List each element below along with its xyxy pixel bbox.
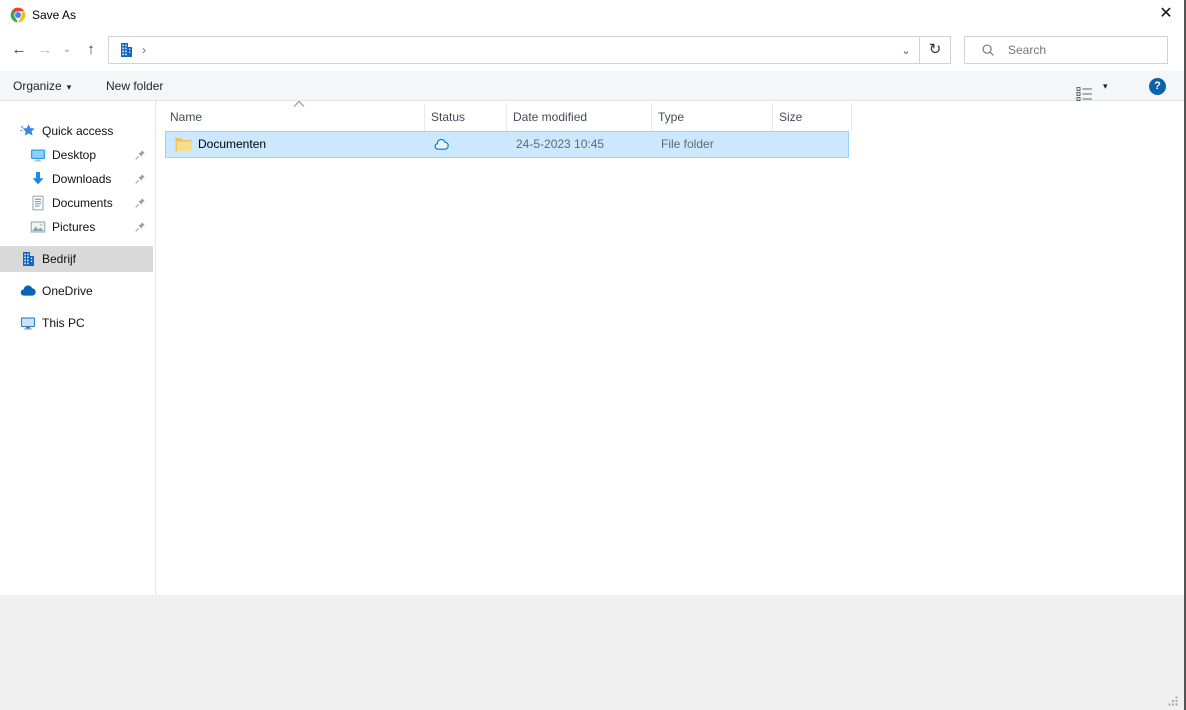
window-title: Save As <box>32 0 76 30</box>
folder-icon <box>175 132 192 157</box>
column-header-type[interactable]: Type <box>652 103 773 131</box>
file-row-documenten[interactable]: Documenten 24-5-2023 10:45 File folder <box>165 131 849 158</box>
refresh-icon[interactable]: ↻ <box>920 36 951 64</box>
search-box[interactable] <box>964 36 1168 64</box>
pin-icon <box>134 173 146 185</box>
sidebar-item-bedrijf[interactable]: Bedrijf <box>0 246 153 272</box>
sidebar-item-label: This PC <box>42 316 85 330</box>
sidebar-item-label: Documents <box>52 196 113 210</box>
resize-grip[interactable] <box>1168 696 1178 706</box>
footer-panel: File name: ⌄ Save as type: Webpagina, co… <box>0 595 1184 710</box>
desktop-icon <box>30 147 46 163</box>
breadcrumb-chevron-icon[interactable]: › <box>142 43 146 57</box>
sidebar-item-label: Quick access <box>42 124 113 138</box>
address-dropdown-icon[interactable]: ⌄ <box>893 44 919 57</box>
new-folder-button[interactable]: New folder <box>106 71 163 101</box>
sidebar-item-onedrive[interactable]: OneDrive <box>0 280 153 302</box>
file-name-cell: Documenten <box>198 132 266 157</box>
sidebar-item-quick-access[interactable]: Quick access <box>0 120 153 142</box>
save-as-dialog: Save As ✕ ← → ⌄ ↑ › ⌄ ↻ Organize▾ <box>0 0 1186 710</box>
cloud-icon <box>434 132 449 157</box>
help-icon[interactable]: ? <box>1149 78 1166 95</box>
sidebar-divider <box>155 101 156 595</box>
command-toolbar: Organize▾ New folder ▾ ? <box>0 71 1184 101</box>
back-button[interactable]: ← <box>6 36 32 64</box>
documents-icon <box>30 195 46 211</box>
forward-button: → <box>32 36 58 64</box>
search-input[interactable] <box>1006 42 1146 58</box>
quick-access-star-icon <box>20 123 36 139</box>
building-icon <box>20 251 36 267</box>
building-icon <box>118 42 134 58</box>
column-header-status[interactable]: Status <box>425 103 507 131</box>
pin-icon <box>134 221 146 233</box>
address-bar[interactable]: › ⌄ <box>108 36 920 64</box>
view-dropdown-icon[interactable]: ▾ <box>1103 71 1108 101</box>
sidebar-item-desktop[interactable]: Desktop <box>0 144 153 166</box>
search-icon <box>981 43 995 57</box>
sidebar-item-this-pc[interactable]: This PC <box>0 312 153 334</box>
pictures-icon <box>30 219 46 235</box>
downloads-icon <box>30 171 46 187</box>
sidebar-item-pictures[interactable]: Pictures <box>0 216 153 238</box>
column-header-date-modified[interactable]: Date modified <box>507 103 652 131</box>
recent-locations-chevron-icon[interactable]: ⌄ <box>58 36 76 64</box>
sidebar-item-label: OneDrive <box>42 284 93 298</box>
onedrive-icon <box>20 283 36 299</box>
type-cell: File folder <box>661 132 714 157</box>
date-modified-cell: 24-5-2023 10:45 <box>516 132 604 157</box>
sidebar-item-documents[interactable]: Documents <box>0 192 153 214</box>
sidebar-item-label: Pictures <box>52 220 95 234</box>
pin-icon <box>134 197 146 209</box>
close-icon[interactable]: ✕ <box>1148 0 1184 30</box>
sidebar-item-label: Desktop <box>52 148 96 162</box>
organize-button[interactable]: Organize▾ <box>13 71 71 101</box>
sidebar-item-downloads[interactable]: Downloads <box>0 168 153 190</box>
column-header-name[interactable]: Name <box>164 103 425 131</box>
pin-icon <box>134 149 146 161</box>
column-header-size[interactable]: Size <box>773 103 852 131</box>
up-button[interactable]: ↑ <box>78 36 104 64</box>
organize-dropdown-icon: ▾ <box>67 82 72 92</box>
this-pc-icon <box>20 315 36 331</box>
details-view-icon[interactable] <box>1076 79 1093 109</box>
sidebar-item-label: Downloads <box>52 172 111 186</box>
title-bar: Save As ✕ <box>0 0 1184 30</box>
chrome-icon <box>10 7 26 23</box>
sidebar-item-label: Bedrijf <box>42 252 76 266</box>
